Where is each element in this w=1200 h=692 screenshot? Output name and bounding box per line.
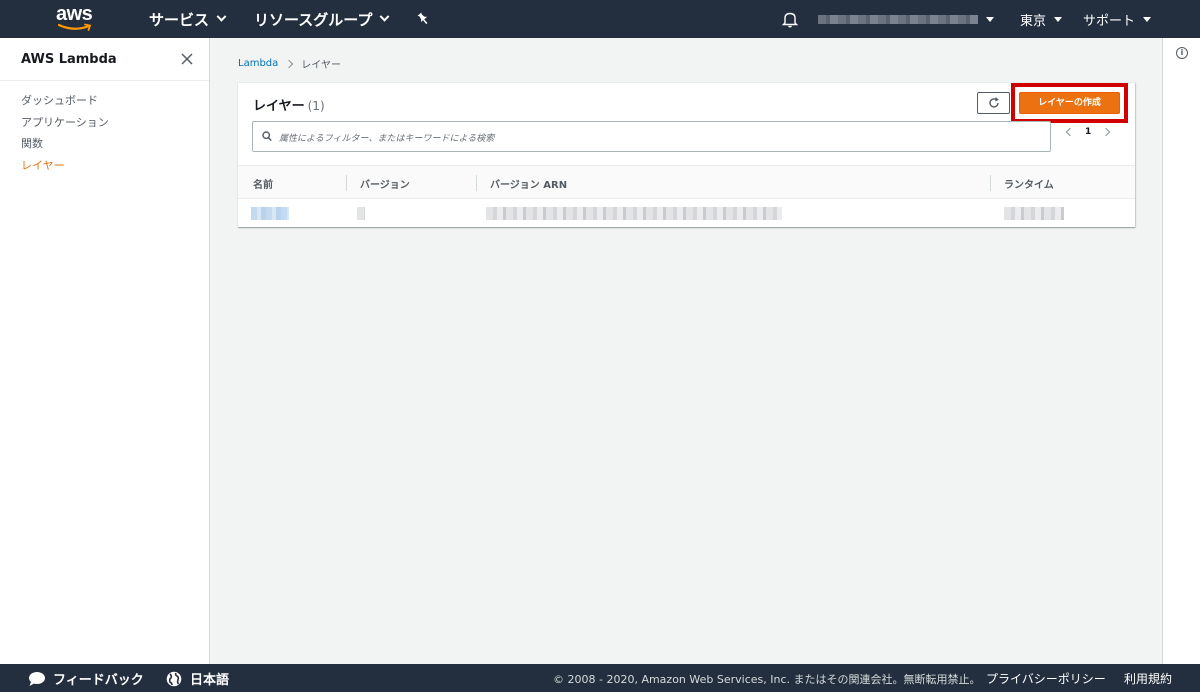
- bell-icon: [782, 12, 798, 27]
- terms-of-use-link[interactable]: 利用規約: [1124, 670, 1172, 687]
- resource-groups-label: リソースグループ: [254, 10, 373, 29]
- layers-panel: レイヤー (1) レイヤーの作成 属性によるフィルター、またはキーワードによる検索…: [238, 82, 1135, 227]
- pin-button[interactable]: [416, 0, 430, 38]
- pagination: 1: [1065, 125, 1111, 139]
- column-divider[interactable]: [476, 175, 477, 191]
- speech-bubble-icon: [29, 671, 45, 686]
- sidebar-title: AWS Lambda: [21, 52, 117, 67]
- breadcrumb: Lambda レイヤー: [238, 56, 341, 71]
- create-layer-button[interactable]: レイヤーの作成: [1019, 92, 1120, 114]
- account-menu[interactable]: [818, 0, 994, 38]
- feedback-label: フィードバック: [53, 673, 144, 688]
- table-header: 名前 バージョン バージョン ARN ランタイム: [238, 165, 1135, 199]
- column-header-version[interactable]: バージョン: [360, 176, 410, 191]
- column-divider[interactable]: [346, 175, 347, 191]
- chevron-left-icon[interactable]: [1065, 127, 1075, 137]
- refresh-icon: [988, 97, 999, 108]
- breadcrumb-lambda-link[interactable]: Lambda: [238, 58, 278, 69]
- region-menu[interactable]: 東京: [1020, 0, 1063, 38]
- refresh-button[interactable]: [977, 92, 1010, 114]
- caret-down-icon: [1143, 16, 1152, 22]
- services-label: サービス: [149, 10, 210, 29]
- help-rail: i: [1162, 38, 1200, 664]
- search-icon: [262, 131, 272, 142]
- panel-title-text: レイヤー: [253, 99, 305, 114]
- feedback-button[interactable]: フィードバック: [28, 669, 144, 688]
- pin-icon: [417, 12, 428, 25]
- sidebar-item-functions[interactable]: 関数: [21, 133, 109, 155]
- sidebar-nav: ダッシュボード アプリケーション 関数 レイヤー: [21, 90, 109, 176]
- column-header-name[interactable]: 名前: [253, 176, 273, 191]
- aws-smile-icon: [58, 23, 92, 31]
- runtime-redacted: [1004, 207, 1064, 220]
- notifications-button[interactable]: [782, 0, 798, 38]
- chevron-right-icon[interactable]: [1102, 127, 1111, 137]
- language-selector[interactable]: 日本語: [166, 669, 229, 688]
- aws-logo-text: aws: [56, 3, 93, 25]
- column-header-runtime[interactable]: ランタイム: [1004, 176, 1054, 191]
- version-redacted: [357, 207, 365, 220]
- column-divider[interactable]: [990, 175, 991, 191]
- footer: フィードバック 日本語 © 2008 - 2020, Amazon Web Se…: [0, 664, 1200, 692]
- sidebar-item-dashboard[interactable]: ダッシュボード: [21, 90, 109, 112]
- top-nav: aws サービス リソースグループ 東京 サポート: [0, 0, 1200, 38]
- region-label: 東京: [1020, 13, 1047, 29]
- support-menu[interactable]: サポート: [1083, 0, 1152, 38]
- privacy-policy-link[interactable]: プライバシーポリシー: [986, 670, 1106, 687]
- page-number[interactable]: 1: [1085, 127, 1091, 137]
- globe-icon: [166, 671, 182, 686]
- language-label: 日本語: [190, 673, 230, 688]
- chevron-right-icon: [285, 59, 294, 68]
- version-arn-redacted: [486, 207, 782, 220]
- layer-count: (1): [307, 99, 325, 113]
- copyright-text: © 2008 - 2020, Amazon Web Services, Inc.…: [553, 673, 981, 686]
- close-icon[interactable]: [180, 52, 194, 66]
- chevron-down-icon: [216, 11, 227, 22]
- table-row: [238, 199, 1135, 228]
- panel-title: レイヤー (1): [253, 95, 325, 114]
- layer-name-link-redacted[interactable]: [251, 207, 289, 220]
- sidebar: AWS Lambda ダッシュボード アプリケーション 関数 レイヤー: [0, 38, 210, 664]
- search-placeholder: 属性によるフィルター、またはキーワードによる検索: [279, 134, 495, 144]
- resource-groups-menu[interactable]: リソースグループ: [254, 0, 390, 38]
- account-name-redacted: [818, 14, 978, 24]
- sidebar-item-layers[interactable]: レイヤー: [21, 155, 109, 177]
- services-menu[interactable]: サービス: [149, 0, 227, 38]
- sidebar-divider: [0, 80, 209, 81]
- search-input[interactable]: 属性によるフィルター、またはキーワードによる検索: [252, 121, 1051, 152]
- column-header-version-arn[interactable]: バージョン ARN: [490, 176, 567, 191]
- breadcrumb-current: レイヤー: [301, 60, 341, 71]
- sidebar-item-applications[interactable]: アプリケーション: [21, 112, 109, 134]
- info-icon[interactable]: i: [1176, 47, 1188, 59]
- aws-logo[interactable]: aws: [56, 4, 100, 34]
- caret-down-icon: [1054, 16, 1063, 22]
- caret-down-icon: [986, 16, 994, 22]
- chevron-down-icon: [379, 11, 390, 22]
- support-label: サポート: [1083, 13, 1136, 29]
